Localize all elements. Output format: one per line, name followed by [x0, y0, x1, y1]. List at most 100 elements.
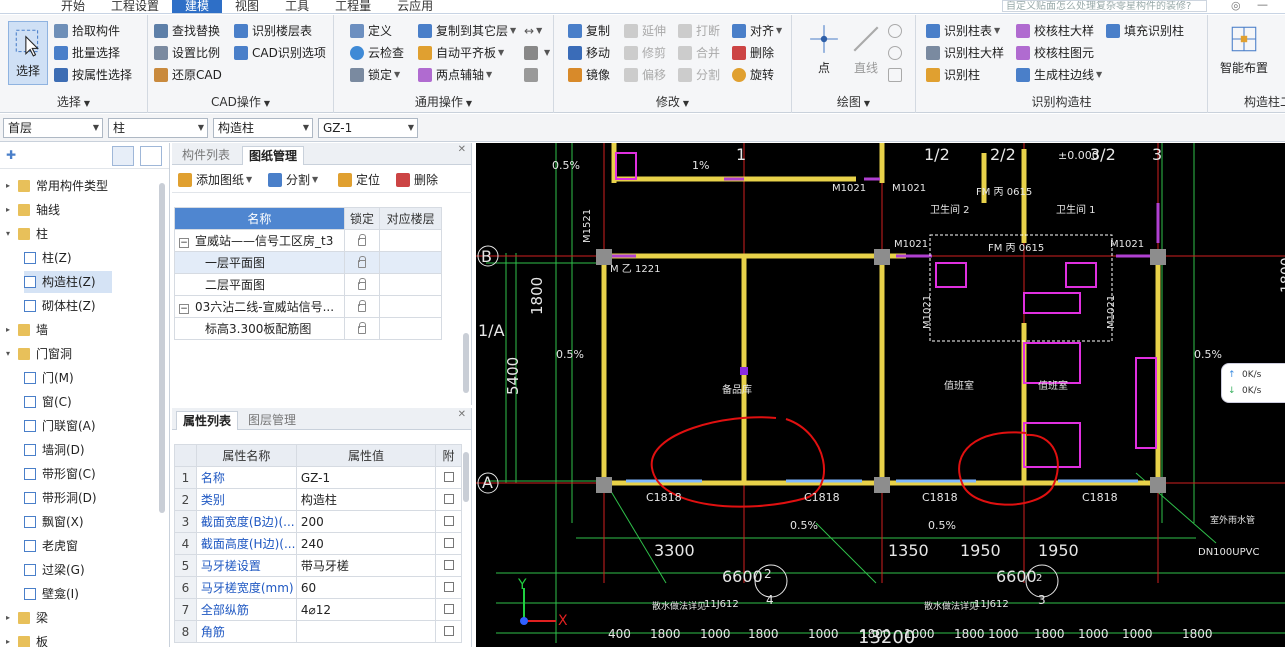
lock-button[interactable]: 锁定 ▼	[350, 65, 400, 85]
identify-column-table-button[interactable]: 识别柱表 ▼	[926, 21, 1000, 41]
attach-cell[interactable]	[435, 532, 462, 555]
collapse-icon[interactable]: −	[179, 304, 189, 314]
property-value[interactable]: 60	[295, 576, 437, 599]
type-select[interactable]: 构造柱 ▼	[213, 118, 313, 138]
split-button[interactable]: 分割	[678, 65, 720, 85]
split-drawing-button[interactable]: 分割 ▼	[268, 170, 318, 190]
tree-item[interactable]: ▸ 轴线	[6, 199, 76, 221]
grid-button[interactable]: ▼	[524, 43, 550, 63]
attach-cell[interactable]	[435, 620, 462, 643]
tree-item[interactable]: ▸ 墙	[6, 319, 64, 341]
cad-canvas[interactable]: 1 1/2 2/2 3/2 3 B 1/A A 1800 5400 1800 0.5% 1% 0.5% 0.…	[476, 143, 1285, 647]
table-row[interactable]: 一层平面图	[174, 251, 442, 274]
tree-item[interactable]: 构造柱(Z)	[24, 271, 112, 293]
property-row[interactable]: 8 角筋	[174, 620, 462, 643]
name-select[interactable]: GZ-1 ▼	[318, 118, 418, 138]
menu-start[interactable]: 开始	[48, 0, 98, 13]
property-row[interactable]: 7 全部纵筋 4⌀12	[174, 598, 462, 621]
lock-icon[interactable]	[358, 322, 367, 334]
add-drawing-button[interactable]: 添加图纸 ▼	[178, 170, 252, 190]
table-row[interactable]: 二层平面图	[174, 273, 442, 296]
floor-cell[interactable]	[379, 317, 442, 340]
tree-item[interactable]: ▾ 柱	[6, 223, 64, 245]
align-button[interactable]: 对齐 ▼	[732, 21, 782, 41]
menu-modeling[interactable]: 建模	[172, 0, 223, 13]
rect-button[interactable]	[888, 65, 906, 85]
tab-layer-management[interactable]: 图层管理	[242, 411, 302, 430]
drawing-name-cell[interactable]: 一层平面图	[174, 251, 345, 274]
property-row[interactable]: 2 类别 构造柱	[174, 488, 462, 511]
attach-checkbox[interactable]	[443, 471, 454, 482]
detail-view-icon[interactable]	[140, 146, 162, 166]
select-by-attr-button[interactable]: 按属性选择	[54, 65, 132, 85]
move-button[interactable]: 移动	[568, 43, 610, 63]
expand-icon[interactable]: ▸	[6, 319, 16, 341]
lock-icon[interactable]	[358, 256, 367, 268]
floor-cell[interactable]	[379, 251, 442, 274]
floor-select[interactable]: 首层 ▼	[3, 118, 103, 138]
table-row[interactable]: − 宣威站——信号工区房_t3	[174, 229, 442, 252]
auto-align-slab-button[interactable]: 自动平齐板 ▼	[418, 43, 504, 63]
attach-cell[interactable]	[435, 510, 462, 533]
attach-checkbox[interactable]	[443, 537, 454, 548]
lock-cell[interactable]	[343, 295, 381, 318]
menu-quantity[interactable]: 工程量	[322, 0, 384, 13]
tree-item[interactable]: 带形窗(C)	[24, 463, 112, 485]
attach-checkbox[interactable]	[443, 603, 454, 614]
minimize-icon[interactable]: —	[1257, 0, 1271, 12]
rotate-button[interactable]: 旋转	[732, 65, 774, 85]
attach-cell[interactable]	[435, 598, 462, 621]
merge-button[interactable]: 合并	[678, 43, 720, 63]
delete-button[interactable]: 删除	[732, 43, 774, 63]
expand-icon[interactable]: ▸	[6, 631, 16, 647]
menu-project-settings[interactable]: 工程设置	[98, 0, 172, 13]
drawing-scrollbar[interactable]	[463, 333, 469, 393]
expand-icon[interactable]: ▾	[6, 343, 16, 365]
arc-button[interactable]	[888, 21, 906, 41]
check-column-element-button[interactable]: 校核柱图元	[1016, 43, 1094, 63]
drawing-name-cell[interactable]: 标高3.300板配筋图	[174, 317, 345, 340]
identify-column-detail-button[interactable]: 识别柱大样	[926, 43, 1004, 63]
expand-icon[interactable]: ▸	[6, 199, 16, 221]
drawing-name-cell[interactable]: −03六沾二线-宣威站信号...	[174, 295, 345, 318]
break-button[interactable]: 打断	[678, 21, 720, 41]
delete-drawing-button[interactable]: 删除	[396, 170, 438, 190]
lock-cell[interactable]	[343, 251, 381, 274]
tree-item[interactable]: 带形洞(D)	[24, 487, 113, 509]
tree-item[interactable]: 老虎窗	[24, 535, 94, 557]
tab-drawing-management[interactable]: 图纸管理	[242, 146, 305, 165]
tree-item[interactable]: 柱(Z)	[24, 247, 88, 269]
tree-item[interactable]: ▸ 常用构件类型	[6, 175, 124, 197]
check-column-detail-button[interactable]: 校核柱大样	[1016, 21, 1094, 41]
tree-item[interactable]: 过梁(G)	[24, 559, 101, 581]
floor-cell[interactable]	[379, 295, 442, 318]
circle-button[interactable]	[888, 43, 906, 63]
tree-item[interactable]: 墙洞(D)	[24, 439, 101, 461]
tree-item[interactable]: 窗(C)	[24, 391, 88, 413]
copy-to-other-floor-button[interactable]: 复制到其它层 ▼	[418, 21, 516, 41]
lock-icon[interactable]	[358, 234, 367, 246]
property-value[interactable]	[295, 620, 437, 643]
identify-floor-table-button[interactable]: 识别楼层表	[234, 21, 312, 41]
locate-button[interactable]: 定位	[338, 170, 380, 190]
tree-item[interactable]: ▸ 梁	[6, 607, 64, 629]
tree-item[interactable]: 门(M)	[24, 367, 90, 389]
property-row[interactable]: 6 马牙槎宽度(mm) 60	[174, 576, 462, 599]
property-value[interactable]: 240	[295, 532, 437, 555]
filter-button[interactable]	[524, 65, 542, 85]
drawing-name-cell[interactable]: − 宣威站——信号工区房_t3	[174, 229, 345, 252]
floor-plan-drawing[interactable]	[476, 143, 1285, 647]
offset-button[interactable]: 偏移	[624, 65, 666, 85]
tree-item[interactable]: 砌体柱(Z)	[24, 295, 112, 317]
lock-icon[interactable]	[358, 300, 367, 312]
user-icon[interactable]: ◎	[1231, 0, 1245, 12]
property-scrollbar[interactable]	[463, 452, 469, 502]
lock-icon[interactable]	[358, 278, 367, 290]
tree-item[interactable]: 壁龛(I)	[24, 583, 95, 605]
line-button[interactable]: 直线	[848, 23, 884, 76]
property-row[interactable]: 1 名称 GZ-1	[174, 466, 462, 489]
attach-cell[interactable]	[435, 466, 462, 489]
tree-item[interactable]: 飘窗(X)	[24, 511, 100, 533]
lock-cell[interactable]	[343, 273, 381, 296]
lock-cell[interactable]	[343, 229, 381, 252]
